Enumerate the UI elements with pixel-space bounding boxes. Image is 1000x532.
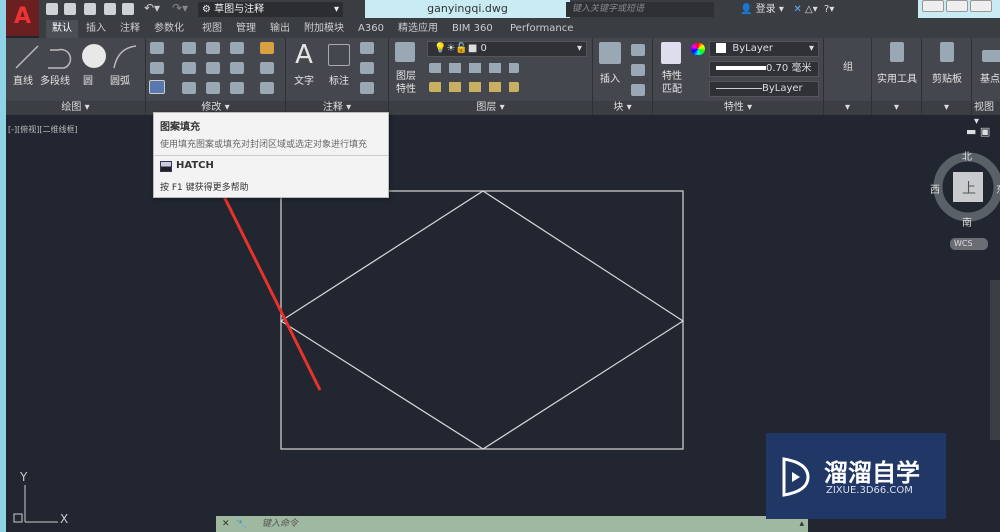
viewcube-north[interactable]: 北: [962, 148, 972, 163]
viewcube-south[interactable]: 南: [962, 214, 972, 229]
command-input[interactable]: 键入命令: [262, 516, 298, 532]
wcs-label: WCS: [954, 239, 973, 248]
watermark-name: 溜溜自学: [824, 459, 920, 487]
tooltip-title: 图案填充: [160, 122, 200, 133]
tooltip-command: HATCH: [176, 160, 214, 171]
ucs-x-label: X: [60, 512, 69, 526]
close-command-icon[interactable]: ✕: [222, 516, 230, 532]
diamond-shape[interactable]: [279, 190, 685, 450]
rectangle-shape[interactable]: [280, 190, 684, 450]
tooltip-divider: [154, 155, 388, 156]
hatch-command-icon: [160, 161, 172, 172]
hatch-tooltip: 图案填充 使用填充图案或填充对封闭区域或选定对象进行填充 HATCH 按 F1 …: [153, 112, 389, 198]
navigation-bar[interactable]: [990, 280, 1000, 440]
viewcube-face[interactable]: 上: [962, 178, 976, 198]
ucs-y-label: Y: [20, 470, 28, 484]
tooltip-description: 使用填充图案或填充对封闭区域或选定对象进行填充: [160, 140, 368, 150]
command-line: ✕ 🔧 键入命令 ▴: [216, 516, 808, 532]
watermark-url: ZIXUE.3D66.COM: [826, 485, 913, 496]
watermark-play-icon: [782, 457, 810, 497]
ucs-origin-icon: [13, 513, 23, 523]
viewcube-west[interactable]: 西: [930, 181, 940, 196]
watermark-logo: 溜溜自学 ZIXUE.3D66.COM: [766, 433, 946, 519]
tooltip-help: 按 F1 键获得更多帮助: [160, 183, 249, 193]
customize-icon[interactable]: 🔧: [236, 516, 247, 532]
viewcube-east[interactable]: 东: [996, 181, 1000, 196]
